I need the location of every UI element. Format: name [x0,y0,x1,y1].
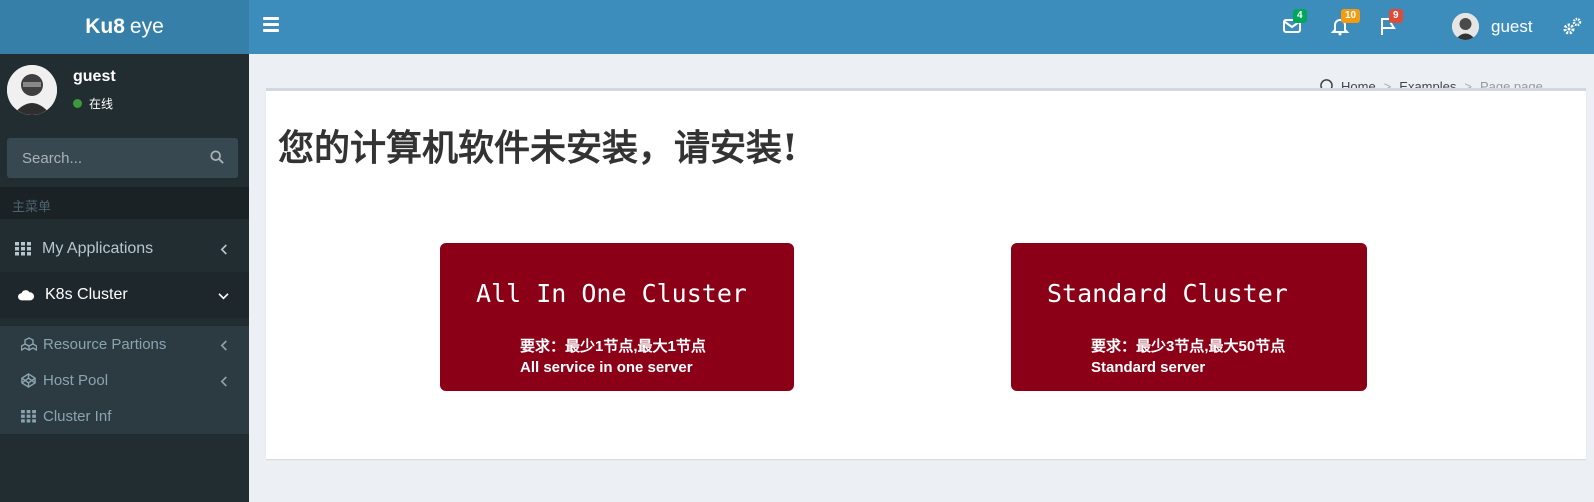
sidebar-item-cluster-inf[interactable]: Cluster Inf [0,398,249,434]
cloud-icon [18,289,34,301]
codepen-icon [21,372,37,388]
grid-icon [15,242,31,256]
sidebar-user-name: guest [73,68,116,85]
avatar [7,65,57,115]
online-status: 在线 [73,95,113,112]
standard-cluster-card[interactable]: Standard Cluster 要求：最少3节点,最大50节点 Standar… [1011,243,1367,391]
sidebar-item-k8s-cluster[interactable]: K8s Cluster [0,272,249,318]
messages-button[interactable]: 4 [1282,9,1307,38]
page-title: 您的计算机软件未安装，请安装! [278,127,798,169]
sidebar-item-host-pool[interactable]: Host Pool [0,362,249,398]
cubes-icon [21,337,37,351]
logo-rest: eye [129,15,164,38]
chevron-left-icon [220,242,229,260]
status-dot-icon [73,99,82,108]
chevron-down-icon [218,288,229,306]
sidebar-item-my-applications[interactable]: My Applications [0,226,249,272]
tasks-button[interactable]: 9 [1378,9,1403,38]
messages-badge: 4 [1293,9,1307,23]
submenu-item-label: Resource Partions [43,335,167,353]
logo-bold: Ku8 [85,15,125,38]
all-in-one-cluster-card[interactable]: All In One Cluster 要求：最少1节点,最大1节点 All se… [440,243,794,391]
notifications-badge: 10 [1341,9,1361,23]
chevron-left-icon [220,338,229,355]
sidebar-toggle-icon[interactable] [263,17,279,37]
user-menu[interactable]: guest [1452,13,1533,40]
menu-header: 主菜单 [0,187,249,219]
sidebar-item-label: K8s Cluster [45,286,128,303]
content-box: 您的计算机软件未安装，请安装! All In One Cluster 要求：最少… [266,88,1586,459]
card-requirements: 要求：最少3节点,最大50节点 Standard server [1091,336,1285,378]
search-input[interactable] [7,138,197,178]
gears-icon[interactable] [1562,17,1582,42]
top-navbar: 4 10 9 [249,0,1594,54]
submenu-item-label: Host Pool [43,371,109,389]
avatar [1452,13,1479,40]
card-node-requirement: 要求：最少3节点,最大50节点 [1091,338,1286,355]
app-logo[interactable]: Ku8 eye [0,0,249,54]
card-node-requirement: 要求：最少1节点,最大1节点 [520,338,706,355]
card-description: All service in one server [520,359,693,376]
submenu-item-label: Cluster Inf [43,407,112,425]
card-title: All In One Cluster [476,279,747,308]
status-label: 在线 [89,97,114,111]
sidebar-search [7,138,238,178]
notifications-button[interactable]: 10 [1330,9,1361,38]
sidebar-item-label: My Applications [42,240,154,257]
user-panel: guest 在线 [0,54,249,136]
chevron-left-icon [220,374,229,391]
sidebar: guest 在线 主菜单 My Applications K8s Cluster [0,54,249,502]
card-requirements: 要求：最少1节点,最大1节点 All service in one server [520,336,706,378]
k8s-cluster-submenu: Resource Partions Host Pool Cluster Inf [0,326,249,434]
search-icon[interactable] [210,150,224,169]
grid-icon [21,409,37,423]
sidebar-item-resource-partions[interactable]: Resource Partions [0,326,249,362]
card-title: Standard Cluster [1047,279,1288,308]
card-description: Standard server [1091,359,1206,376]
tasks-badge: 9 [1389,9,1403,23]
user-name: guest [1491,16,1533,36]
